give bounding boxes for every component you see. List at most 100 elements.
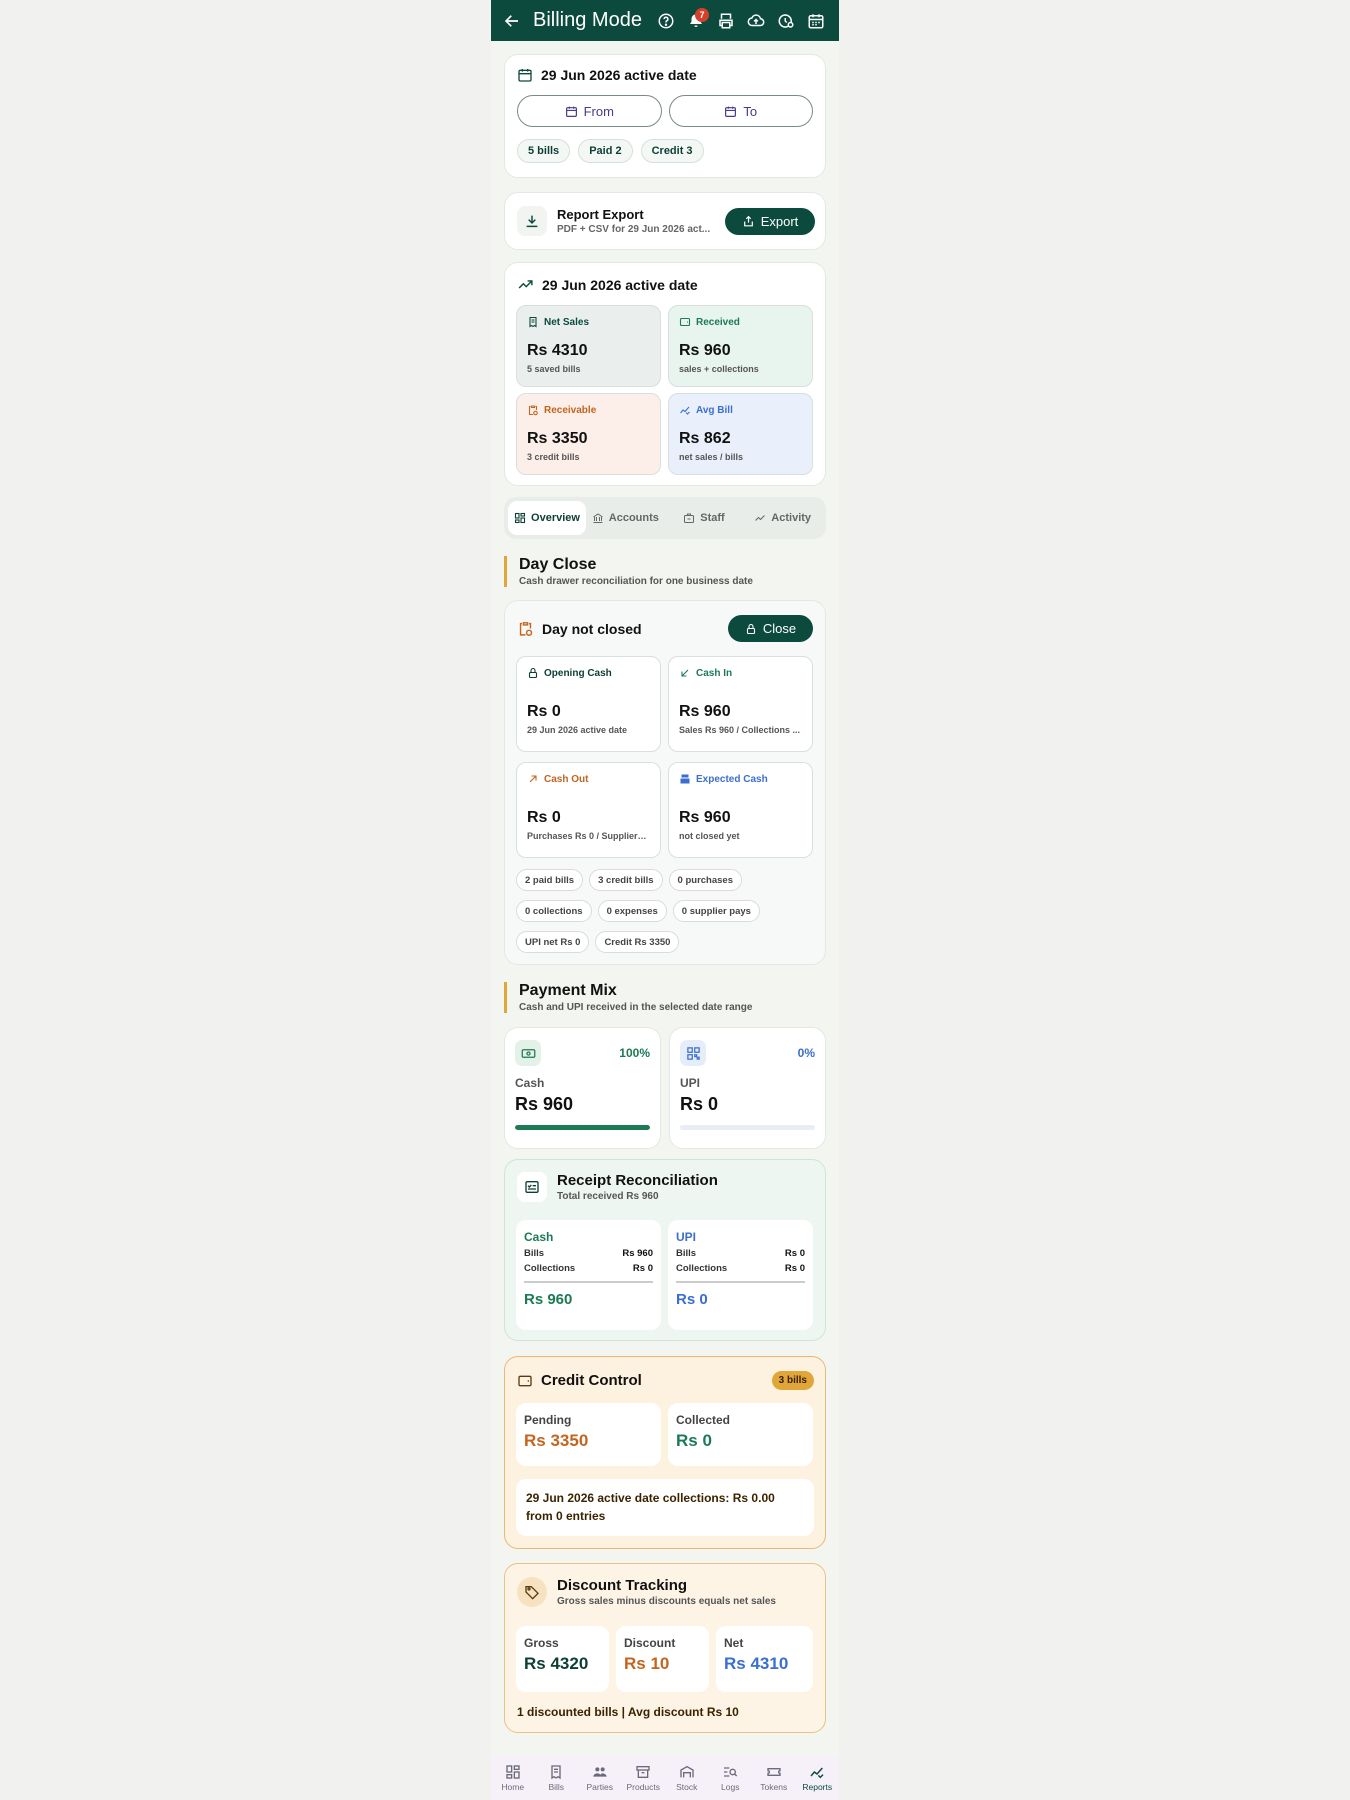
receivable-card[interactable]: Receivable Rs 3350 3 credit bills bbox=[516, 393, 661, 475]
receipt-reconciliation-card: Receipt Reconciliation Total received Rs… bbox=[504, 1159, 826, 1341]
lock-icon bbox=[528, 667, 538, 679]
people-icon bbox=[593, 1767, 607, 1777]
share-icon bbox=[743, 215, 753, 226]
clipboard-clock-icon bbox=[519, 622, 533, 636]
nav-products[interactable]: Products bbox=[622, 1756, 666, 1800]
opening-cash-card[interactable]: Opening Cash Rs 0 29 Jun 2026 active dat… bbox=[516, 656, 661, 752]
nav-parties[interactable]: Parties bbox=[578, 1756, 622, 1800]
upi-mix-card[interactable]: 0% UPI Rs 0 bbox=[669, 1027, 826, 1149]
active-date-label: 29 Jun 2026 active date bbox=[541, 67, 697, 83]
collections-chip: 0 collections bbox=[516, 900, 592, 922]
net-sales-card[interactable]: Net Sales Rs 4310 5 saved bills bbox=[516, 305, 661, 387]
credit-bills-badge: 3 bills bbox=[771, 1371, 814, 1390]
analytics-icon bbox=[810, 1767, 824, 1779]
archive-icon bbox=[636, 1766, 650, 1778]
notification-bell-icon[interactable]: 7 bbox=[681, 6, 711, 36]
arrow-in-icon bbox=[681, 669, 689, 677]
from-date-button[interactable]: From bbox=[517, 95, 662, 127]
discount-box: Discount Rs 10 bbox=[616, 1626, 709, 1692]
day-status: Day not closed bbox=[542, 620, 642, 637]
nav-home[interactable]: Home bbox=[491, 1756, 535, 1800]
calendar-icon[interactable] bbox=[801, 6, 831, 36]
pending-box: Pending Rs 3350 bbox=[516, 1403, 661, 1466]
receipt-icon bbox=[551, 1765, 561, 1780]
to-date-button[interactable]: To bbox=[668, 95, 813, 127]
printer-icon[interactable] bbox=[711, 6, 741, 36]
report-tabs: Overview Accounts Staff Activity bbox=[504, 497, 826, 539]
export-subtitle: PDF + CSV for 29 Jun 2026 act... bbox=[557, 224, 711, 235]
download-icon bbox=[517, 206, 547, 236]
export-button[interactable]: Export bbox=[725, 207, 815, 235]
credit-bills-chip: 3 credit bills bbox=[589, 869, 663, 891]
nav-stock[interactable]: Stock bbox=[665, 1756, 709, 1800]
nav-logs[interactable]: Logs bbox=[709, 1756, 753, 1800]
dashboard-icon bbox=[514, 512, 526, 524]
calendar-icon bbox=[517, 67, 533, 83]
cash-mix-card[interactable]: 100% Cash Rs 960 bbox=[504, 1027, 661, 1149]
purchases-chip: 0 purchases bbox=[668, 869, 742, 891]
collected-box: Collected Rs 0 bbox=[668, 1403, 813, 1466]
calendar-icon bbox=[725, 106, 737, 117]
help-icon[interactable] bbox=[651, 6, 681, 36]
bills-count-chip[interactable]: 5 bills bbox=[517, 139, 571, 163]
cash-in-card[interactable]: Cash In Rs 960 Sales Rs 960 / Collection… bbox=[668, 656, 813, 752]
tab-activity[interactable]: Activity bbox=[743, 512, 822, 524]
back-arrow-icon[interactable] bbox=[499, 8, 525, 34]
wallet-icon bbox=[518, 1375, 532, 1386]
close-day-button[interactable]: Close bbox=[728, 615, 813, 642]
paid-count-chip[interactable]: Paid 2 bbox=[578, 139, 633, 163]
expenses-chip: 0 expenses bbox=[597, 900, 667, 922]
cash-icon bbox=[515, 1040, 541, 1066]
net-box: Net Rs 4310 bbox=[716, 1626, 813, 1692]
cash-out-card[interactable]: Cash Out Rs 0 Purchases Rs 0 / Suppliers… bbox=[516, 762, 661, 858]
avg-bill-card[interactable]: Avg Bill Rs 862 net sales / bills bbox=[668, 393, 813, 475]
warehouse-icon bbox=[680, 1765, 694, 1778]
tag-icon bbox=[517, 1577, 547, 1607]
trending-icon bbox=[755, 515, 766, 521]
gross-box: Gross Rs 4320 bbox=[516, 1626, 609, 1692]
report-export-card: Report Export PDF + CSV for 29 Jun 2026 … bbox=[504, 192, 826, 250]
date-filter-card: 29 Jun 2026 active date From To 5 bills … bbox=[504, 54, 826, 178]
day-close-card: Day not closed Close Opening Cash Rs 0 2… bbox=[504, 600, 826, 965]
supplier-pays-chip: 0 supplier pays bbox=[672, 900, 760, 922]
summary-card: 29 Jun 2026 active date Net Sales Rs 431… bbox=[504, 262, 826, 486]
arrow-out-icon bbox=[529, 775, 537, 783]
upi-progress-bar bbox=[680, 1125, 815, 1130]
cash-progress-bar bbox=[515, 1125, 650, 1130]
phone-screen: Billing Mode 7 29 Jun 2026 active date F… bbox=[491, 0, 839, 1800]
app-bar: Billing Mode 7 bbox=[491, 0, 839, 41]
tab-staff[interactable]: Staff bbox=[665, 512, 744, 524]
wallet-icon bbox=[679, 317, 691, 327]
ticket-icon bbox=[767, 1768, 781, 1776]
cash-register-icon bbox=[680, 774, 690, 784]
discount-tracking-card: Discount Tracking Gross sales minus disc… bbox=[504, 1563, 826, 1733]
bank-icon bbox=[592, 513, 603, 523]
analytics-icon bbox=[680, 406, 690, 415]
tab-accounts[interactable]: Accounts bbox=[586, 512, 665, 524]
nav-tokens[interactable]: Tokens bbox=[752, 1756, 796, 1800]
summary-title: 29 Jun 2026 active date bbox=[542, 276, 698, 293]
discount-footer: 1 discounted bills | Avg discount Rs 10 bbox=[517, 1705, 739, 1719]
lock-icon bbox=[746, 623, 755, 634]
tab-overview[interactable]: Overview bbox=[508, 501, 586, 535]
payment-mix-header: Payment Mix Cash and UPI received in the… bbox=[504, 982, 826, 1013]
trending-icon bbox=[518, 280, 533, 289]
collections-note: 29 Jun 2026 active date collections: Rs … bbox=[516, 1479, 814, 1536]
receipt-cash-column: Cash Bills Rs 960 Collections Rs 0 Rs 960 bbox=[516, 1220, 661, 1330]
cloud-upload-icon[interactable] bbox=[741, 6, 771, 36]
export-title: Report Export bbox=[557, 207, 644, 222]
credit-total-chip: Credit Rs 3350 bbox=[595, 931, 680, 953]
credit-count-chip[interactable]: Credit 3 bbox=[640, 139, 704, 163]
nav-reports[interactable]: Reports bbox=[796, 1756, 840, 1800]
paid-bills-chip: 2 paid bills bbox=[516, 869, 584, 891]
checklist-icon bbox=[517, 1172, 547, 1202]
search-list-icon bbox=[724, 1767, 738, 1777]
grid-icon bbox=[506, 1765, 520, 1779]
expected-cash-card[interactable]: Expected Cash Rs 960 not closed yet bbox=[668, 762, 813, 858]
nav-bills[interactable]: Bills bbox=[535, 1756, 579, 1800]
timer-settings-icon[interactable] bbox=[771, 6, 801, 36]
day-close-header: Day Close Cash drawer reconciliation for… bbox=[504, 556, 826, 587]
receipt-upi-column: UPI Bills Rs 0 Collections Rs 0 Rs 0 bbox=[668, 1220, 813, 1330]
received-card[interactable]: Received Rs 960 sales + collections bbox=[668, 305, 813, 387]
cash-progress-fill bbox=[515, 1125, 650, 1130]
